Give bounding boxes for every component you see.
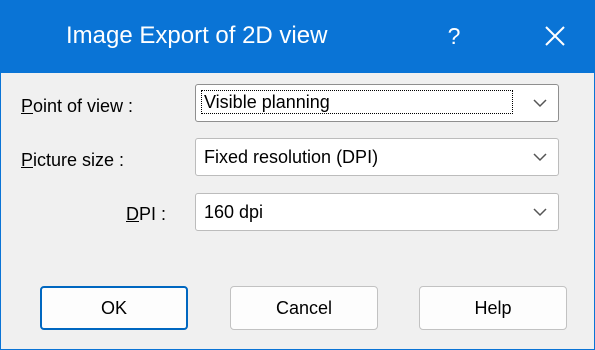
chevron-down-icon (532, 206, 548, 218)
help-button[interactable]: Help (419, 286, 567, 330)
dpi-label: DPI : (126, 204, 167, 224)
dialog-title: Image Export of 2D view (66, 22, 328, 49)
picture-size-dropdown[interactable]: Fixed resolution (DPI) (195, 138, 559, 176)
point-of-view-dropdown[interactable]: Visible planning (195, 84, 559, 122)
dpi-dropdown[interactable]: 160 dpi (195, 193, 559, 231)
dpi-value: 160 dpi (204, 202, 264, 222)
picture-size-value: Fixed resolution (DPI) (204, 147, 379, 167)
cancel-button[interactable]: Cancel (230, 286, 378, 330)
image-export-dialog: Image Export of 2D view ? Point of view … (0, 0, 595, 350)
point-of-view-value: Visible planning (201, 90, 513, 114)
picture-size-label: Picture size : (21, 150, 125, 170)
help-title-button[interactable]: ? (436, 14, 472, 58)
ok-button[interactable]: OK (40, 286, 188, 330)
close-icon (545, 26, 565, 46)
chevron-down-icon (532, 97, 548, 109)
chevron-down-icon (532, 151, 548, 163)
title-bar[interactable]: Image Export of 2D view ? (0, 0, 595, 73)
point-of-view-label: Point of view : (21, 96, 134, 116)
question-mark-icon: ? (447, 23, 461, 49)
close-button[interactable] (535, 16, 575, 56)
